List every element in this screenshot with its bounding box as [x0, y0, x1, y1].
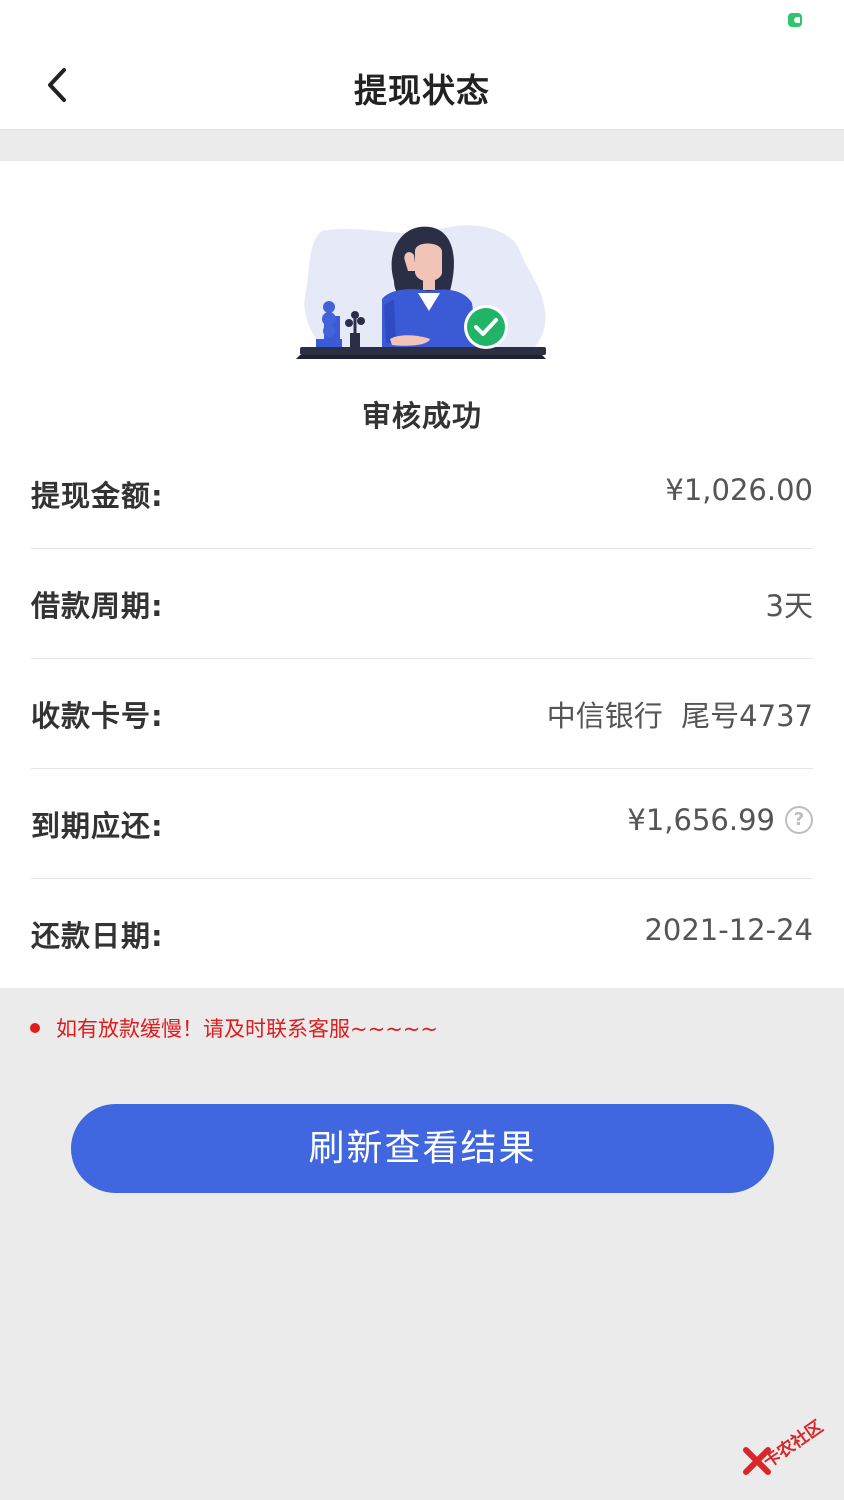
detail-label: 还款日期: — [31, 919, 164, 953]
refresh-result-button[interactable]: 刷新查看结果 — [71, 1104, 774, 1193]
detail-value: 3天 — [765, 589, 813, 623]
status-card: 审核成功 提现金额: ¥1,026.00 借款周期: 3天 收款卡号: 中信银行… — [0, 161, 844, 988]
detail-value: ¥1,026.00 — [665, 473, 813, 507]
status-bar — [0, 0, 844, 40]
detail-row-amount: 提现金额: ¥1,026.00 — [31, 439, 813, 549]
detail-value: ¥1,656.99 ? — [627, 803, 813, 837]
bullet-icon — [30, 1023, 40, 1033]
detail-label: 到期应还: — [31, 809, 164, 843]
notice: 如有放款缓慢！请及时联系客服~~~~~ — [30, 1013, 438, 1043]
review-success-illustration — [296, 225, 546, 359]
detail-row-card: 收款卡号: 中信银行 尾号4737 — [31, 659, 813, 769]
detail-label: 提现金额: — [31, 479, 164, 513]
nav-bar: 提现状态 — [0, 40, 844, 130]
detail-label: 收款卡号: — [31, 699, 164, 733]
detail-row-due-date: 还款日期: 2021-12-24 — [31, 879, 813, 989]
detail-list: 提现金额: ¥1,026.00 借款周期: 3天 收款卡号: 中信银行 尾号47… — [31, 439, 813, 989]
question-icon[interactable]: ? — [785, 806, 813, 834]
detail-row-period: 借款周期: 3天 — [31, 549, 813, 659]
battery-icon — [788, 13, 802, 27]
watermark-text: 卡农社区 — [759, 1416, 828, 1473]
page-title: 提现状态 — [354, 71, 490, 110]
review-status-text: 审核成功 — [361, 399, 482, 433]
watermark-logo: 卡农社区 — [740, 1408, 840, 1478]
detail-row-due-amount: 到期应还: ¥1,656.99 ? — [31, 769, 813, 879]
detail-value: 2021-12-24 — [644, 913, 813, 947]
detail-label: 借款周期: — [31, 589, 164, 623]
notice-text: 如有放款缓慢！请及时联系客服~~~~~ — [56, 1017, 438, 1041]
detail-value: 中信银行 尾号4737 — [546, 699, 813, 733]
